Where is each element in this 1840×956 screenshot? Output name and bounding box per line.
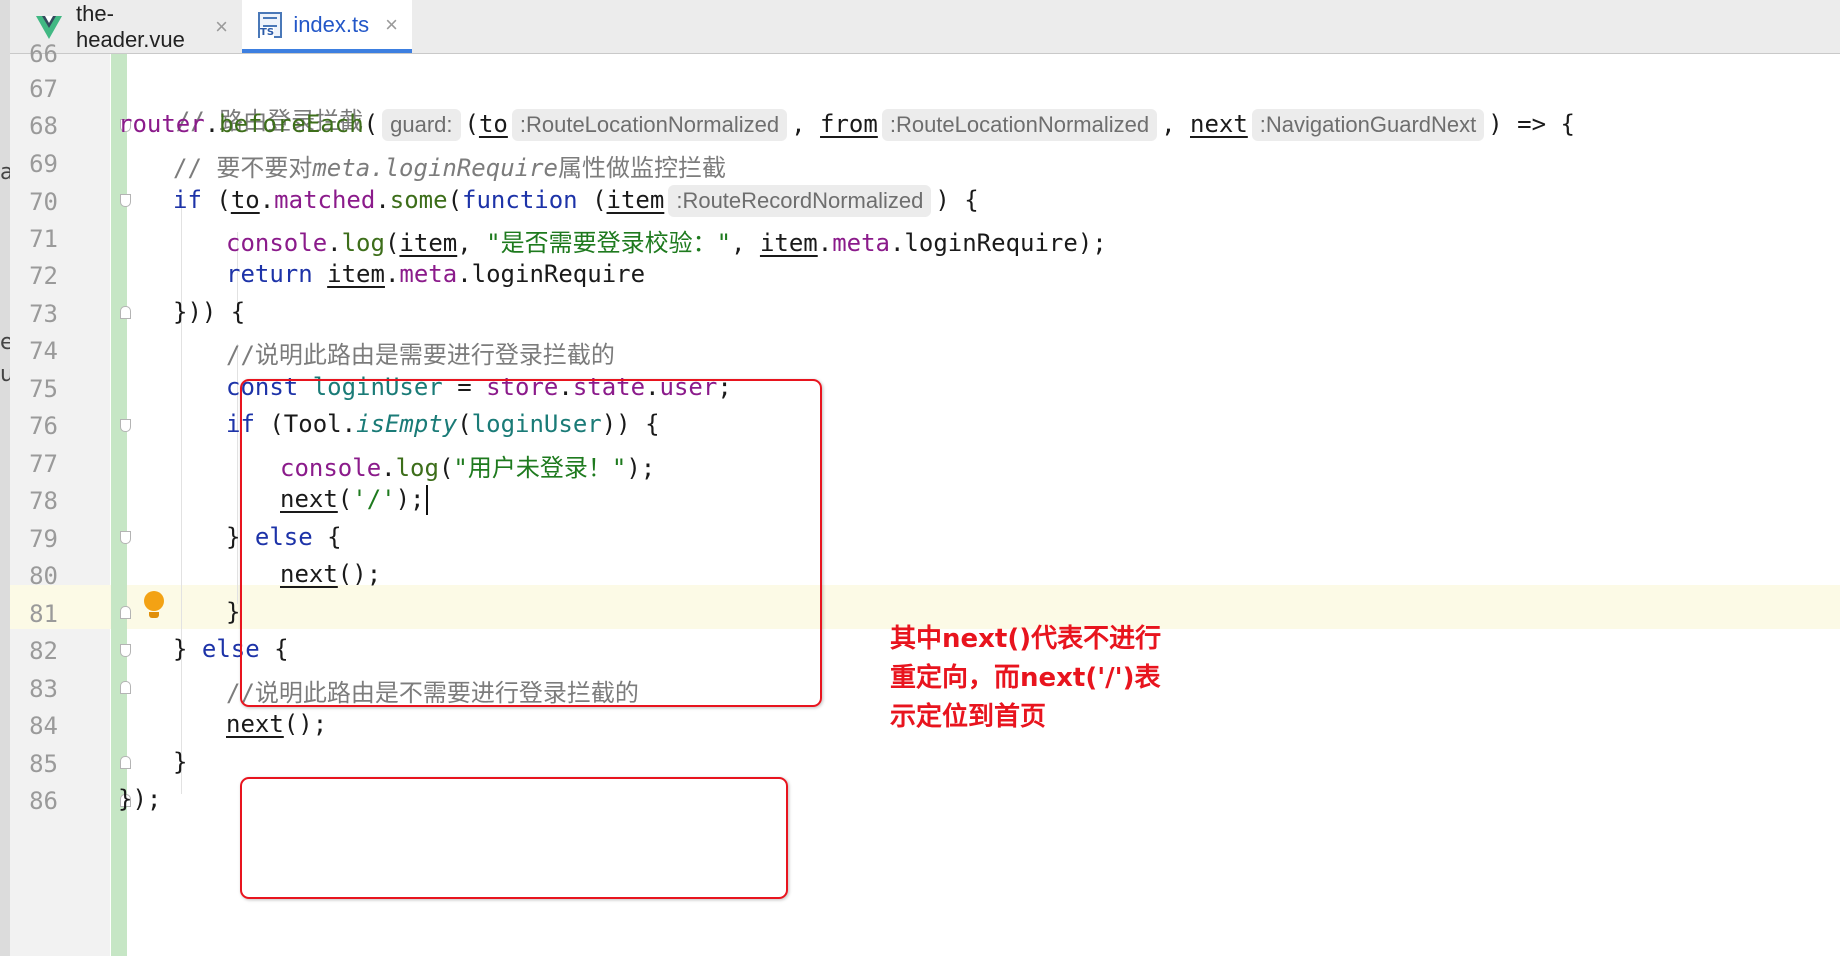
code-text: }); [118, 785, 162, 813]
code-text: next(); [226, 710, 328, 738]
code-text: if (to.matched.some(function (item:Route… [173, 185, 979, 217]
parameter-hint: guard: [382, 109, 461, 141]
line-number: 84 [29, 712, 58, 740]
annotation-line: 示定位到首页 [890, 702, 1047, 732]
line-number: 79 [29, 525, 58, 553]
left-panel-fragment: a [0, 160, 10, 185]
code-text: })) { [173, 298, 246, 326]
line-number: 82 [29, 637, 58, 665]
line-number: 76 [29, 412, 58, 440]
lightbulb-icon[interactable] [143, 591, 165, 621]
type-hint: :NavigationGuardNext [1251, 109, 1485, 141]
line-number: 80 [29, 562, 58, 590]
line-number: 72 [29, 262, 58, 290]
type-hint: :RouteLocationNormalized [511, 109, 788, 141]
code-text: // 要不要对meta.loginRequire属性做监控拦截 [173, 154, 726, 182]
line-number: 74 [29, 337, 58, 365]
type-hint: :RouteRecordNormalized [668, 185, 932, 217]
code-text: //说明此路由是需要进行登录拦截的 [226, 341, 615, 369]
code-text: } [226, 598, 241, 626]
line-number: 69 [29, 150, 58, 178]
line-number: 86 [29, 787, 58, 815]
line-number: 75 [29, 375, 58, 403]
line-number: 73 [29, 300, 58, 328]
annotation-line: 其中next()代表不进行 [890, 624, 1162, 654]
line-number: 85 [29, 750, 58, 778]
code-text: return item.meta.loginRequire [226, 260, 646, 288]
line-number: 71 [29, 225, 58, 253]
annotation-note: 其中next()代表不进行 重定向，而next('/')表 示定位到首页 [890, 620, 1190, 737]
annotation-box-no-login [240, 777, 788, 899]
code-text: console.log(item, "是否需要登录校验：", item.meta… [226, 229, 1107, 257]
line-number: 67 [29, 75, 58, 103]
line-number: 70 [29, 188, 58, 216]
line-number: 81 [29, 600, 58, 628]
line-number: 78 [29, 487, 58, 515]
left-panel-fragment: u [0, 362, 10, 387]
annotation-line: 重定向，而next('/')表 [890, 663, 1161, 693]
line-number: 83 [29, 675, 58, 703]
line-number: 66 [29, 40, 58, 68]
line-number: 77 [29, 450, 58, 478]
annotation-box-login-required [240, 379, 822, 707]
left-panel-fragment: e [0, 330, 10, 355]
type-hint: :RouteLocationNormalized [881, 109, 1158, 141]
code-text: router.beforeEach(guard: (to:RouteLocatio… [118, 109, 1575, 141]
code-text: } [173, 748, 188, 776]
line-number: 68 [29, 112, 58, 140]
code-editor[interactable]: 66 67 68 69 70 71 72 73 74 75 76 77 78 7… [10, 40, 1840, 956]
